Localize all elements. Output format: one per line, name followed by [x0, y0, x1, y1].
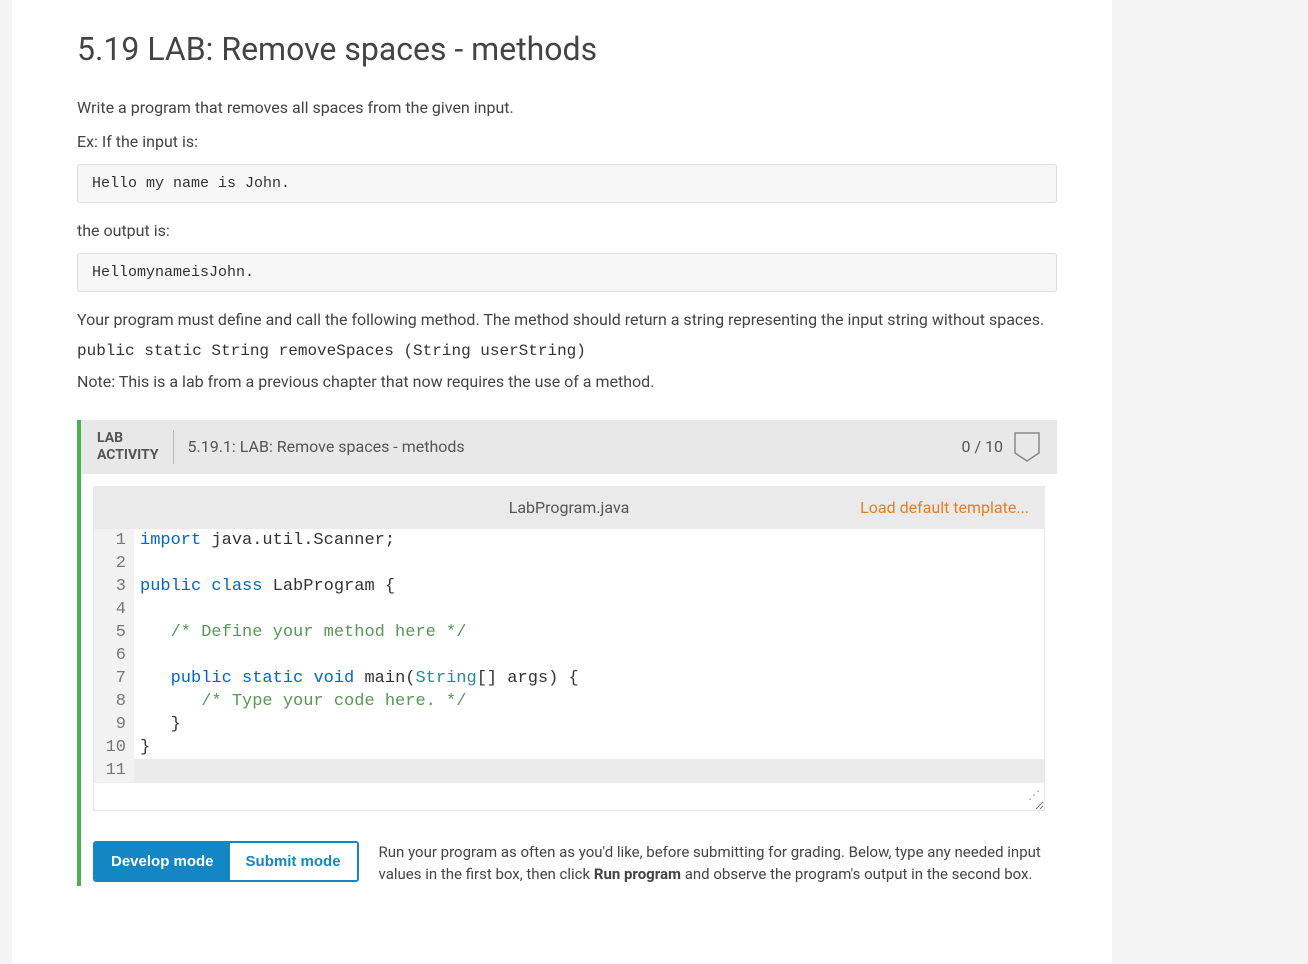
editor-wrapper: LabProgram.java Load default template...…	[81, 474, 1057, 823]
line-number: 3	[94, 575, 134, 598]
line-number: 2	[94, 552, 134, 575]
line-number: 9	[94, 713, 134, 736]
line-content[interactable]: }	[134, 736, 1044, 759]
line-content[interactable]	[134, 598, 1044, 621]
line-number: 4	[94, 598, 134, 621]
code-line[interactable]: 9 }	[94, 713, 1044, 736]
line-content[interactable]: public class LabProgram {	[134, 575, 1044, 598]
line-number: 11	[94, 759, 134, 782]
example-output-block: HellomynameisJohn.	[77, 253, 1057, 292]
page-container: 5.19 LAB: Remove spaces - methods Write …	[12, 0, 1112, 964]
code-line[interactable]: 2	[94, 552, 1044, 575]
code-editor[interactable]: 1import java.util.Scanner;2 3public clas…	[93, 529, 1045, 811]
code-line[interactable]: 7 public static void main(String[] args)…	[94, 667, 1044, 690]
lab-label-line2: ACTIVITY	[97, 447, 159, 463]
code-line[interactable]: 8 /* Type your code here. */	[94, 690, 1044, 713]
code-line[interactable]: 10}	[94, 736, 1044, 759]
line-content[interactable]: /* Define your method here */	[134, 621, 1044, 644]
method-description: Your program must define and call the fo…	[77, 308, 1057, 332]
mode-help-text: Run your program as often as you'd like,…	[379, 841, 1045, 886]
intro-text: Write a program that removes all spaces …	[77, 96, 1057, 120]
develop-mode-button[interactable]: Develop mode	[95, 843, 230, 880]
code-line[interactable]: 5 /* Define your method here */	[94, 621, 1044, 644]
mode-section: Develop mode Submit mode Run your progra…	[81, 823, 1057, 886]
lab-score: 0 / 10	[961, 437, 1003, 456]
line-content[interactable]: }	[134, 713, 1044, 736]
lab-activity-label: LAB ACTIVITY	[97, 430, 174, 464]
lab-activity-panel: LAB ACTIVITY 5.19.1: LAB: Remove spaces …	[77, 420, 1057, 886]
example-input-block: Hello my name is John.	[77, 164, 1057, 203]
line-number: 10	[94, 736, 134, 759]
code-line[interactable]: 6	[94, 644, 1044, 667]
page-title: 5.19 LAB: Remove spaces - methods	[77, 30, 1057, 68]
line-number: 1	[94, 529, 134, 552]
code-line[interactable]: 11	[94, 759, 1044, 782]
lab-label-line1: LAB	[97, 430, 123, 446]
line-number: 6	[94, 644, 134, 667]
code-line[interactable]: 1import java.util.Scanner;	[94, 529, 1044, 552]
lab-activity-title: 5.19.1: LAB: Remove spaces - methods	[174, 437, 962, 456]
mode-help-suffix: and observe the program's output in the …	[681, 865, 1032, 883]
example-label: Ex: If the input is:	[77, 130, 1057, 154]
line-content[interactable]	[134, 552, 1044, 575]
mode-button-group: Develop mode Submit mode	[93, 841, 359, 882]
lab-header: LAB ACTIVITY 5.19.1: LAB: Remove spaces …	[81, 420, 1057, 474]
run-program-bold: Run program	[594, 865, 681, 883]
note-text: Note: This is a lab from a previous chap…	[77, 370, 1057, 394]
line-content[interactable]	[134, 759, 1044, 782]
method-signature: public static String removeSpaces (Strin…	[77, 342, 1057, 360]
output-label: the output is:	[77, 219, 1057, 243]
line-number: 7	[94, 667, 134, 690]
submit-mode-button[interactable]: Submit mode	[230, 843, 357, 880]
code-line[interactable]: 3public class LabProgram {	[94, 575, 1044, 598]
line-number: 5	[94, 621, 134, 644]
line-number: 8	[94, 690, 134, 713]
resize-handle[interactable]: ⋰	[94, 782, 1044, 810]
line-content[interactable]	[134, 644, 1044, 667]
code-line[interactable]: 4	[94, 598, 1044, 621]
editor-header: LabProgram.java Load default template...	[93, 486, 1045, 529]
load-default-template-link[interactable]: Load default template...	[860, 498, 1029, 517]
line-content[interactable]: import java.util.Scanner;	[134, 529, 1044, 552]
badge-icon	[1013, 431, 1041, 463]
description-block: Write a program that removes all spaces …	[77, 96, 1057, 394]
line-content[interactable]: /* Type your code here. */	[134, 690, 1044, 713]
line-content[interactable]: public static void main(String[] args) {	[134, 667, 1044, 690]
